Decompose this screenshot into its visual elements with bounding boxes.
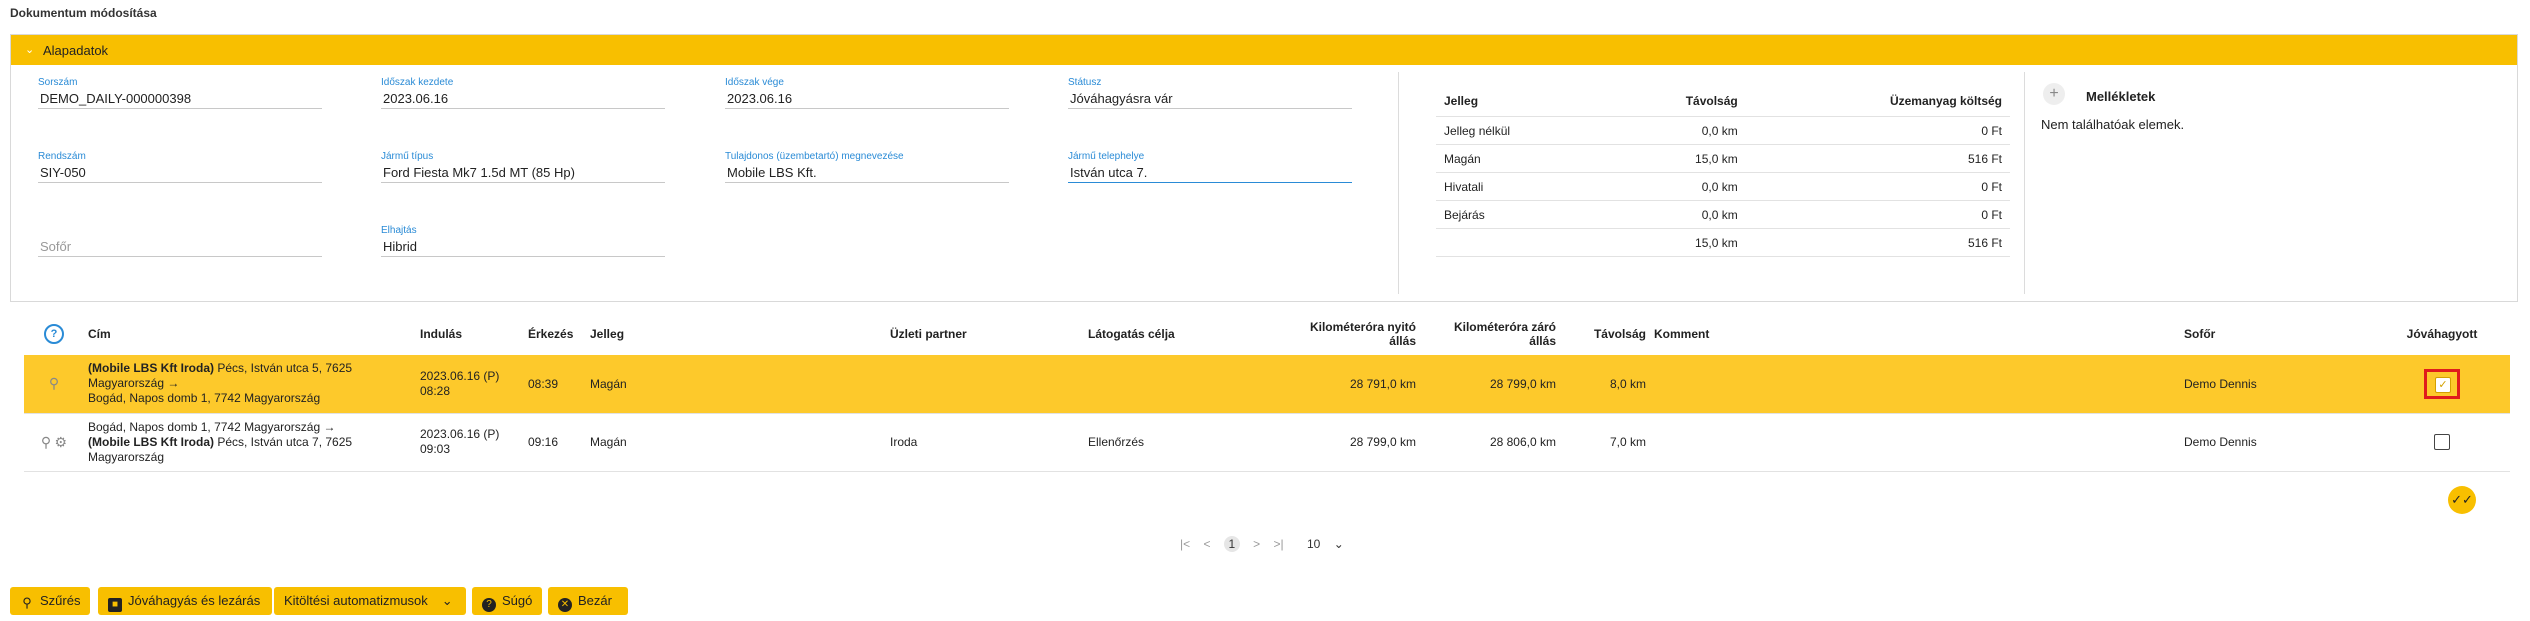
summary-header-jelleg: Jelleg: [1436, 86, 1606, 117]
autofill-dropdown-button[interactable]: Kitöltési automatizmusok ⌄: [274, 587, 466, 615]
col-departure[interactable]: Indulás: [416, 313, 524, 355]
col-comment[interactable]: Komment: [1650, 313, 2180, 355]
table-row[interactable]: ⚲ (Mobile LBS Kft Iroda) Pécs, István ut…: [24, 355, 2510, 414]
panel-header[interactable]: ⌄ Alapadatok: [11, 35, 2517, 65]
summary-row: Jelleg nélkül 0,0 km 0 Ft: [1436, 116, 2010, 145]
period-end-value[interactable]: 2023.06.16: [725, 90, 1009, 109]
current-page[interactable]: 1: [1223, 536, 1240, 552]
save-icon: ■: [108, 598, 122, 612]
help-circle-icon[interactable]: ?: [44, 324, 64, 344]
plate-field[interactable]: Rendszám SIY-050: [38, 151, 322, 183]
field-label: Jármű telephelye: [1068, 151, 1145, 162]
col-odo-start[interactable]: Kilométeróra nyitó állás: [1280, 313, 1420, 355]
summary-header-distance: Távolság: [1605, 86, 1746, 117]
summary-row: Magán 15,0 km 516 Ft: [1436, 144, 2010, 173]
check-icon[interactable]: ✓: [2435, 376, 2451, 393]
map-pin-icon[interactable]: ⚲: [49, 375, 59, 391]
driver-field[interactable]: Sofőr: [38, 225, 322, 257]
vehicle-type-value[interactable]: Ford Fiesta Mk7 1.5d MT (85 Hp): [381, 164, 665, 183]
approve-all-button[interactable]: ✓✓: [2448, 486, 2476, 514]
summary-table: Jelleg Távolság Üzemanyag költség Jelleg…: [1436, 86, 2010, 257]
status-value[interactable]: Jóváhagyásra vár: [1068, 90, 1352, 109]
help-button[interactable]: ? Súgó: [472, 587, 542, 615]
last-page-icon[interactable]: >|: [1274, 537, 1284, 551]
approved-checkbox[interactable]: [2434, 434, 2450, 450]
col-driver[interactable]: Sofőr: [2180, 313, 2374, 355]
col-address[interactable]: Cím: [84, 313, 416, 355]
period-start-field[interactable]: Időszak kezdete 2023.06.16: [381, 77, 665, 109]
table-row[interactable]: ⚲ ⚙ Bogád, Napos domb 1, 7742 Magyarorsz…: [24, 413, 2510, 472]
owner-value[interactable]: Mobile LBS Kft.: [725, 164, 1009, 183]
search-icon: ⚲: [22, 595, 32, 610]
field-label: Státusz: [1068, 77, 1102, 88]
vehicle-type-field[interactable]: Jármű típus Ford Fiesta Mk7 1.5d MT (85 …: [381, 151, 665, 183]
col-odo-end[interactable]: Kilométeróra záró állás: [1420, 313, 1560, 355]
map-pin-icon[interactable]: ⚲: [41, 434, 51, 450]
field-label: Jármű típus: [381, 151, 434, 162]
summary-row: Hivatali 0,0 km 0 Ft: [1436, 172, 2010, 201]
field-label: Rendszám: [38, 151, 86, 162]
page-title: Dokumentum módosítása: [10, 6, 157, 20]
site-value[interactable]: István utca 7.: [1068, 164, 1352, 183]
divider: [2024, 72, 2025, 294]
first-page-icon[interactable]: |<: [1180, 537, 1190, 551]
next-page-icon[interactable]: >: [1253, 537, 1260, 551]
field-label: Elhajtás: [381, 225, 417, 236]
chevron-down-icon[interactable]: ⌄: [25, 43, 34, 56]
summary-header-cost: Üzemanyag költség: [1745, 86, 2010, 117]
period-start-value[interactable]: 2023.06.16: [381, 90, 665, 109]
site-field[interactable]: Jármű telephelye István utca 7.: [1068, 151, 1352, 183]
close-icon: ✕: [558, 598, 572, 612]
owner-field[interactable]: Tulajdonos (üzembetartó) megnevezése Mob…: [725, 151, 1009, 183]
plate-value[interactable]: SIY-050: [38, 164, 322, 183]
double-check-icon: ✓✓: [2451, 492, 2473, 507]
prev-page-icon[interactable]: <: [1203, 537, 1210, 551]
col-distance[interactable]: Távolság: [1560, 313, 1650, 355]
status-field[interactable]: Státusz Jóváhagyásra vár: [1068, 77, 1352, 109]
trips-table: ? Cím Indulás Érkezés Jelleg Üzleti part…: [24, 313, 2510, 472]
drive-type-value[interactable]: Hibrid: [381, 238, 665, 257]
col-arrival[interactable]: Érkezés: [524, 313, 586, 355]
driver-input[interactable]: Sofőr: [38, 238, 322, 257]
add-attachment-icon[interactable]: +: [2043, 83, 2065, 105]
attachments-title: Mellékletek: [2086, 89, 2156, 104]
gear-icon[interactable]: ⚙: [55, 434, 68, 450]
filter-button[interactable]: ⚲ Szűrés: [10, 587, 90, 615]
field-label: Időszak vége: [725, 77, 784, 88]
field-label: Időszak kezdete: [381, 77, 454, 88]
drive-type-field[interactable]: Elhajtás Hibrid: [381, 225, 665, 257]
help-icon: ?: [482, 598, 496, 612]
approve-close-button[interactable]: ■ Jóváhagyás és lezárás: [98, 587, 272, 615]
help-header[interactable]: ?: [24, 313, 84, 355]
chevron-down-icon: ⌄: [441, 593, 453, 608]
sorszam-field[interactable]: Sorszám DEMO_DAILY-000000398: [38, 77, 322, 109]
field-label: Sorszám: [38, 77, 78, 88]
col-approved[interactable]: Jóváhagyott: [2374, 313, 2510, 355]
col-purpose[interactable]: Látogatás célja: [1084, 313, 1280, 355]
panel-title: Alapadatok: [43, 43, 109, 58]
pagination: |< < 1 > >| 10 ⌄: [1180, 536, 1354, 552]
sorszam-value[interactable]: DEMO_DAILY-000000398: [38, 90, 322, 109]
col-type[interactable]: Jelleg: [586, 313, 886, 355]
divider: [1398, 72, 1399, 294]
summary-total-row: 15,0 km 516 Ft: [1436, 228, 2010, 257]
close-button[interactable]: ✕ Bezár: [548, 587, 628, 615]
attachments-empty-text: Nem találhatóak elemek.: [2041, 117, 2185, 132]
approved-checkbox[interactable]: ✓: [2424, 368, 2460, 399]
col-partner[interactable]: Üzleti partner: [886, 313, 1084, 355]
page-size-select[interactable]: 10 ⌄: [1307, 537, 1344, 551]
summary-row: Bejárás 0,0 km 0 Ft: [1436, 200, 2010, 229]
period-end-field[interactable]: Időszak vége 2023.06.16: [725, 77, 1009, 109]
field-label: Tulajdonos (üzembetartó) megnevezése: [725, 151, 904, 162]
